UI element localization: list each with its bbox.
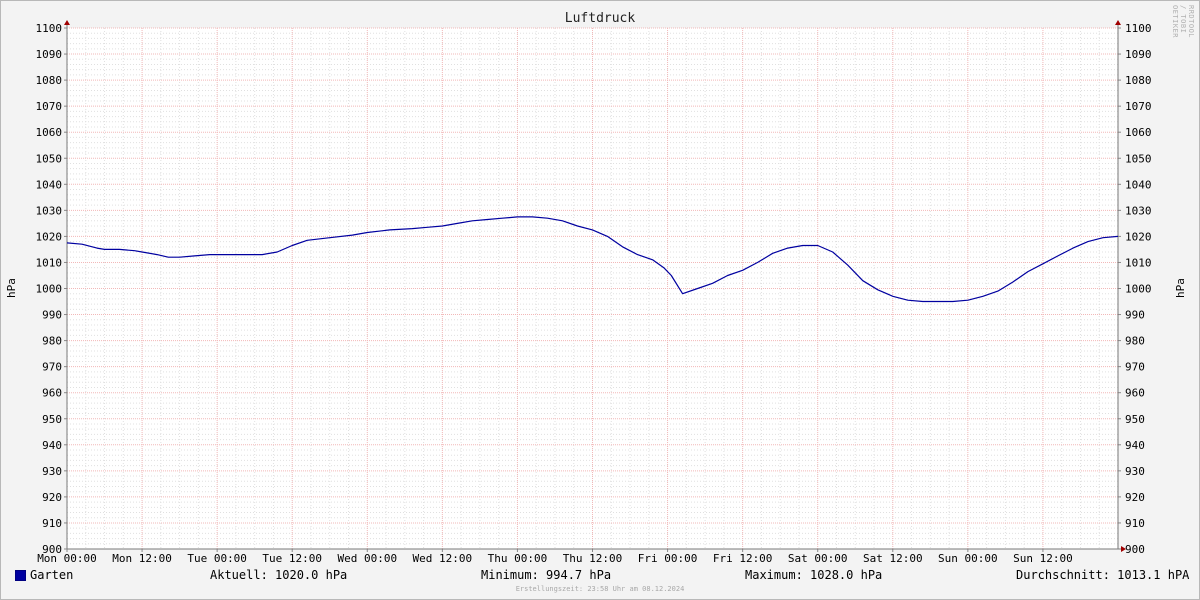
y-tick-label-right: 1020 (1125, 230, 1152, 243)
x-tick-label: Thu 00:00 (488, 552, 548, 565)
y-tick-label-right: 930 (1125, 465, 1145, 478)
y-tick-label-right: 1050 (1125, 152, 1152, 165)
stat-average: Durchschnitt: 1013.1 hPA (1016, 568, 1190, 582)
x-tick-label: Wed 12:00 (413, 552, 473, 565)
x-tick-label: Fri 12:00 (713, 552, 773, 565)
y-tick-label-right: 990 (1125, 309, 1145, 322)
legend-swatch (15, 570, 26, 581)
x-tick-label: Sun 00:00 (938, 552, 998, 565)
creation-time: Erstellungszeit: 23:58 Uhr am 08.12.2024 (515, 585, 685, 593)
y-tick-label-right: 1010 (1125, 256, 1152, 269)
x-tick-label: Mon 12:00 (112, 552, 172, 565)
stat-current: Aktuell: 1020.0 hPa (210, 568, 348, 582)
y-tick-label-left: 980 (42, 335, 62, 348)
y-tick-label-right: 1030 (1125, 204, 1152, 217)
stat-maximum: Maximum: 1028.0 hPa (745, 568, 883, 582)
x-tick-label: Sat 12:00 (863, 552, 923, 565)
y-tick-label-right: 1070 (1125, 100, 1152, 113)
y-tick-label-right: 910 (1125, 517, 1145, 530)
y-tick-label-left: 990 (42, 309, 62, 322)
y-tick-label-left: 1020 (36, 230, 63, 243)
y-tick-label-left: 920 (42, 491, 62, 504)
y-tick-label-right: 940 (1125, 439, 1145, 452)
y-tick-label-left: 1080 (36, 74, 63, 87)
y-tick-label-left: 960 (42, 387, 62, 400)
y-tick-label-left: 1060 (36, 126, 63, 139)
stat-minimum: Minimum: 994.7 hPa (481, 568, 612, 582)
y-axis-label-right: hPa (1174, 278, 1187, 298)
legend-label: Garten (30, 568, 74, 582)
y-tick-label-right: 920 (1125, 491, 1145, 504)
x-tick-label: Tue 00:00 (187, 552, 247, 565)
y-tick-label-left: 940 (42, 439, 62, 452)
y-tick-label-right: 1060 (1125, 126, 1152, 139)
y-tick-label-left: 1030 (36, 204, 63, 217)
chart-title: Luftdruck (564, 11, 636, 26)
x-tick-label: Sat 00:00 (788, 552, 848, 565)
y-tick-label-left: 1070 (36, 100, 63, 113)
y-tick-label-right: 1000 (1125, 283, 1152, 296)
y-tick-label-left: 1000 (36, 283, 63, 296)
x-tick-label: Tue 12:00 (262, 552, 322, 565)
y-tick-label-right: 900 (1125, 543, 1145, 556)
y-axis-label-left: hPa (5, 278, 18, 298)
y-tick-label-right: 970 (1125, 361, 1145, 374)
chart-canvas: 900 900910 910920 920930 930940 940950 950960 9… (36, 20, 1152, 565)
y-tick-label-left: 950 (42, 413, 62, 426)
x-tick-labels: Mon 00:00 Mon 12:00 Tue 00:00 Tue 12:00 Wed … (37, 552, 1073, 565)
y-tick-label-left: 1040 (36, 178, 63, 191)
y-tick-label-right: 960 (1125, 387, 1145, 400)
y-tick-label-right: 950 (1125, 413, 1145, 426)
x-tick-label: Thu 12:00 (563, 552, 623, 565)
y-tick-label-left: 970 (42, 361, 62, 374)
y-tick-label-right: 1090 (1125, 48, 1152, 61)
x-tick-label: Wed 00:00 (337, 552, 397, 565)
x-tick-label: Mon 00:00 (37, 552, 97, 565)
y-tick-label-left: 910 (42, 517, 62, 530)
x-tick-label: Sun 12:00 (1013, 552, 1073, 565)
y-tick-label-left: 1090 (36, 48, 63, 61)
y-tick-label-left: 1050 (36, 152, 63, 165)
watermark: RRDTOOL / TOBI OETIKER (1171, 5, 1195, 39)
y-tick-label-left: 930 (42, 465, 62, 478)
y-tick-label-left: 1010 (36, 256, 63, 269)
y-tick-label-right: 1040 (1125, 178, 1152, 191)
y-tick-label-right: 1080 (1125, 74, 1152, 87)
y-tick-label-right: 980 (1125, 335, 1145, 348)
x-tick-label: Fri 00:00 (638, 552, 698, 565)
